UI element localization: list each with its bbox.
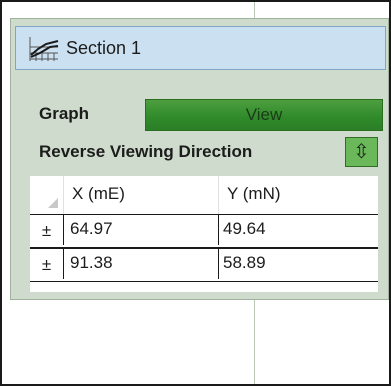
reverse-direction-icon: ⇳ xyxy=(353,141,370,163)
row-expand-button[interactable]: ± xyxy=(30,215,64,245)
section-title: Section 1 xyxy=(66,38,142,58)
column-header-x[interactable]: X (mE) xyxy=(64,176,219,214)
x-cell[interactable]: 64.97 xyxy=(64,215,219,245)
coordinates-table: X (mE) Y (mN) ± 64.97 49.64 ± 91.38 58.8… xyxy=(30,176,378,292)
select-all-corner[interactable] xyxy=(30,176,64,214)
graph-label: Graph xyxy=(39,104,90,123)
table-row: ± 91.38 58.89 xyxy=(30,248,378,282)
view-button[interactable]: View xyxy=(145,99,383,131)
column-header-y[interactable]: Y (mN) xyxy=(219,176,378,214)
y-cell[interactable]: 58.89 xyxy=(219,249,378,279)
section-header[interactable]: Section 1 xyxy=(15,26,386,70)
y-cell[interactable]: 49.64 xyxy=(219,215,378,245)
reverse-direction-button[interactable]: ⇳ xyxy=(345,137,378,167)
row-expand-button[interactable]: ± xyxy=(30,249,64,279)
table-row: ± 64.97 49.64 xyxy=(30,214,378,248)
reverse-viewing-direction-label: Reverse Viewing Direction xyxy=(39,142,253,161)
window-frame: Section 1 Graph View Reverse Viewing Dir… xyxy=(0,0,391,386)
x-cell[interactable]: 91.38 xyxy=(64,249,219,279)
section-graph-icon xyxy=(28,33,60,63)
table-header-row: X (mE) Y (mN) xyxy=(30,176,378,215)
